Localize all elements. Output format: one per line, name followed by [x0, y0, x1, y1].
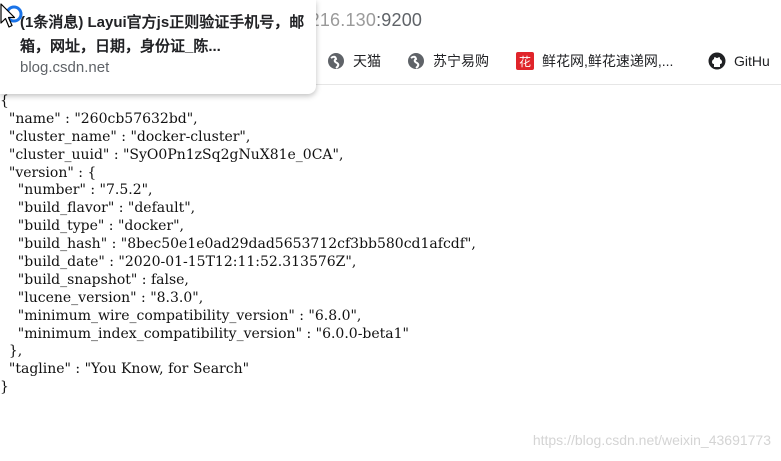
- json-line: "build_date" : "2020-01-15T12:11:52.3135…: [0, 254, 357, 271]
- json-line: "cluster_uuid" : "SyO0Pn1zSq2gNuX81e_0CA…: [0, 146, 344, 163]
- json-line: "minimum_wire_compatibility_version" : "…: [0, 307, 362, 324]
- json-line: "build_snapshot" : false,: [0, 271, 189, 288]
- svg-text:花: 花: [519, 54, 531, 69]
- bookmark-item-suning[interactable]: 苏宁易购: [407, 51, 489, 71]
- json-line: "number" : "7.5.2",: [0, 182, 153, 199]
- json-line: "build_flavor" : "default",: [0, 200, 196, 217]
- bookmark-item-github[interactable]: GitHu: [708, 51, 770, 71]
- json-line: }: [0, 379, 9, 396]
- flower-logo-icon: 花: [516, 52, 534, 70]
- json-line: "build_hash" : "8bec50e1e0ad29dad5653712…: [0, 236, 476, 253]
- json-line: "tagline" : "You Know, for Search": [0, 361, 250, 378]
- bookmark-item-flowers[interactable]: 花 鲜花网,鲜花速递网,...: [516, 51, 673, 71]
- watermark: https://blog.csdn.net/weixin_43691773: [532, 432, 771, 448]
- json-line: "lucene_version" : "8.3.0",: [0, 289, 204, 306]
- json-line: "name" : "260cb57632bd",: [0, 110, 198, 127]
- bookmark-label: 鲜花网,鲜花速递网,...: [542, 53, 674, 69]
- bookmark-label: 天猫: [353, 53, 381, 69]
- mouse-cursor-icon: [0, 3, 16, 28]
- browser-window: 68.216.130:9200 淘 搜索 京东 天猫 苏宁易购 花 鲜花网,鲜花…: [0, 0, 781, 461]
- tooltip-title: (1条消息) Layui官方js正则验证手机号，邮箱，网址，日期，身份证_陈..…: [20, 14, 305, 55]
- json-line: "minimum_index_compatibility_version" : …: [0, 325, 409, 342]
- globe-icon: [328, 53, 344, 69]
- bookmark-label: GitHu: [734, 53, 770, 69]
- link-preview-tooltip: (1条消息) Layui官方js正则验证手机号，邮箱，网址，日期，身份证_陈..…: [0, 0, 316, 94]
- tooltip-url: blog.csdn.net: [20, 59, 110, 76]
- json-line: },: [0, 343, 23, 360]
- json-line: "cluster_name" : "docker-cluster",: [0, 128, 251, 145]
- json-response: { "name" : "260cb57632bd", "cluster_name…: [0, 93, 476, 397]
- globe-icon: [408, 53, 424, 69]
- bookmark-item-tmall[interactable]: 天猫: [327, 51, 381, 71]
- json-line: {: [0, 93, 9, 109]
- json-line: "build_type" : "docker",: [0, 218, 184, 235]
- github-icon: [708, 52, 726, 70]
- url-port: :9200: [376, 10, 423, 30]
- bookmark-label: 苏宁易购: [433, 53, 489, 69]
- json-line: "version" : {: [0, 164, 97, 181]
